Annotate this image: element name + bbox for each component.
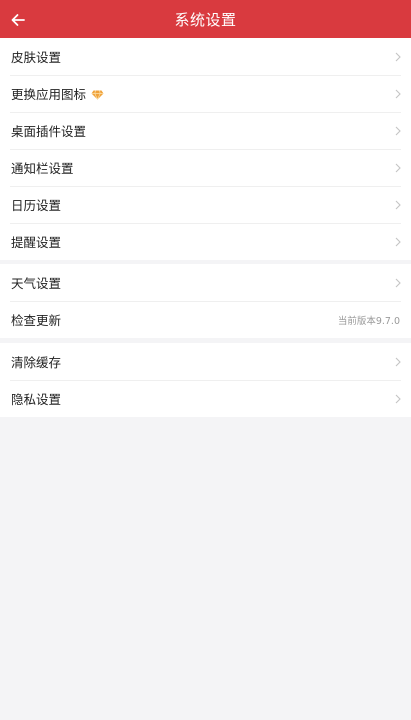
chevron-right-icon xyxy=(395,357,401,366)
row-label: 通知栏设置 xyxy=(11,161,74,176)
chevron-right-icon xyxy=(395,126,401,135)
check-update-row[interactable]: 检查更新 当前版本9.7.0 xyxy=(0,301,411,338)
skin-settings-row[interactable]: 皮肤设置 xyxy=(0,38,411,75)
notification-bar-settings-row[interactable]: 通知栏设置 xyxy=(0,149,411,186)
settings-group-cache-privacy: 清除缓存 隐私设置 xyxy=(0,343,411,417)
row-label: 桌面插件设置 xyxy=(11,124,87,139)
diamond-icon xyxy=(91,88,104,103)
settings-group-general: 皮肤设置 更换应用图标 桌面插件设置 通知栏设置 日历设置 提醒设置 xyxy=(0,38,411,260)
chevron-right-icon xyxy=(395,394,401,403)
row-label: 日历设置 xyxy=(11,198,62,213)
row-label: 皮肤设置 xyxy=(11,50,62,65)
weather-settings-row[interactable]: 天气设置 xyxy=(0,264,411,301)
chevron-right-icon xyxy=(395,278,401,287)
row-label: 更换应用图标 xyxy=(11,87,87,102)
desktop-widget-settings-row[interactable]: 桌面插件设置 xyxy=(0,112,411,149)
system-settings-screen: 系统设置 皮肤设置 更换应用图标 桌面插件设置 通知栏设置 日历设置 提醒设置 … xyxy=(0,0,411,720)
settings-group-weather-update: 天气设置 检查更新 当前版本9.7.0 xyxy=(0,264,411,338)
privacy-settings-row[interactable]: 隐私设置 xyxy=(0,380,411,417)
chevron-right-icon xyxy=(395,237,401,246)
change-app-icon-row[interactable]: 更换应用图标 xyxy=(0,75,411,112)
chevron-right-icon xyxy=(395,52,401,61)
row-label: 隐私设置 xyxy=(11,392,62,407)
chevron-right-icon xyxy=(395,89,401,98)
clear-cache-row[interactable]: 清除缓存 xyxy=(0,343,411,380)
row-label: 检查更新 xyxy=(11,313,62,328)
calendar-settings-row[interactable]: 日历设置 xyxy=(0,186,411,223)
current-version-text: 当前版本9.7.0 xyxy=(337,315,400,327)
top-bar: 系统设置 xyxy=(0,0,411,40)
chevron-right-icon xyxy=(395,163,401,172)
page-title: 系统设置 xyxy=(174,11,237,29)
row-label: 天气设置 xyxy=(11,276,62,291)
row-label: 提醒设置 xyxy=(11,235,62,250)
chevron-right-icon xyxy=(395,200,401,209)
row-label: 清除缓存 xyxy=(11,355,62,370)
reminder-settings-row[interactable]: 提醒设置 xyxy=(0,223,411,260)
